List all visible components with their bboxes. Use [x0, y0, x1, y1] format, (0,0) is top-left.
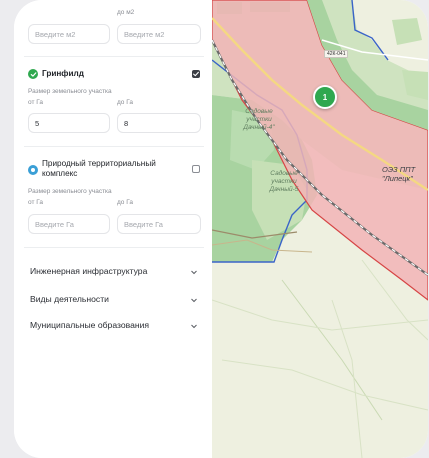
chevron-down-icon: [191, 298, 197, 303]
nature-complex-from-label: от Га: [28, 199, 44, 206]
map-cluster-marker[interactable]: 1: [313, 85, 337, 109]
greenfield-to-input[interactable]: 8: [117, 113, 201, 133]
map-view[interactable]: 42К-041 1 Садовые участки Дачный-4" Садо…: [212, 0, 428, 458]
section-label: Виды деятельности: [30, 294, 109, 304]
greenfield-size-label: Размер земельного участка: [28, 88, 112, 95]
divider: [24, 56, 204, 57]
garden-label: Садовые участки Дачный-4": [243, 108, 275, 131]
greenfield-from-input[interactable]: 5: [28, 113, 110, 133]
area-to-label: до м2: [117, 9, 135, 16]
nature-complex-from-input[interactable]: Введите Га: [28, 214, 110, 234]
greenfield-from-label: от Га: [28, 99, 44, 106]
app-card: до м2 Введите м2 Введите м2 Гринфилд Раз…: [14, 0, 428, 458]
greenfield-to-label: до Га: [117, 99, 133, 106]
chevron-down-icon: [191, 324, 197, 329]
greenfield-title: Гринфилд: [42, 69, 84, 78]
section-label: Инженерная инфраструктура: [30, 266, 148, 276]
nature-complex-checkbox[interactable]: [192, 165, 200, 173]
divider: [24, 146, 204, 147]
nature-complex-icon: [28, 165, 38, 175]
marker-count: 1: [322, 92, 328, 102]
filter-panel: до м2 Введите м2 Введите м2 Гринфилд Раз…: [14, 0, 212, 458]
road-number-badge: 42К-041: [324, 50, 349, 58]
greenfield-check-icon: [28, 69, 38, 79]
greenfield-checkbox[interactable]: [192, 70, 200, 78]
garden-label: Садовые участки Дачный-5: [269, 170, 299, 193]
nature-complex-title: Природный территориальный комплекс: [42, 159, 156, 178]
sez-zone-label-line1: ОЭЗ ППТ: [382, 165, 416, 174]
nature-complex-to-label: до Га: [117, 199, 133, 206]
chevron-down-icon: [191, 270, 197, 275]
area-to-input[interactable]: Введите м2: [117, 24, 201, 44]
sez-zone-label-line2: "Липецк": [382, 174, 413, 183]
map-canvas: [212, 0, 428, 458]
nature-complex-size-label: Размер земельного участка: [28, 188, 112, 195]
area-from-input[interactable]: Введите м2: [28, 24, 110, 44]
section-label: Муниципальные образования: [30, 320, 150, 330]
nature-complex-to-input[interactable]: Введите Га: [117, 214, 201, 234]
sez-zone-label: ОЭЗ ППТ "Липецк": [382, 165, 415, 183]
divider: [24, 247, 204, 248]
